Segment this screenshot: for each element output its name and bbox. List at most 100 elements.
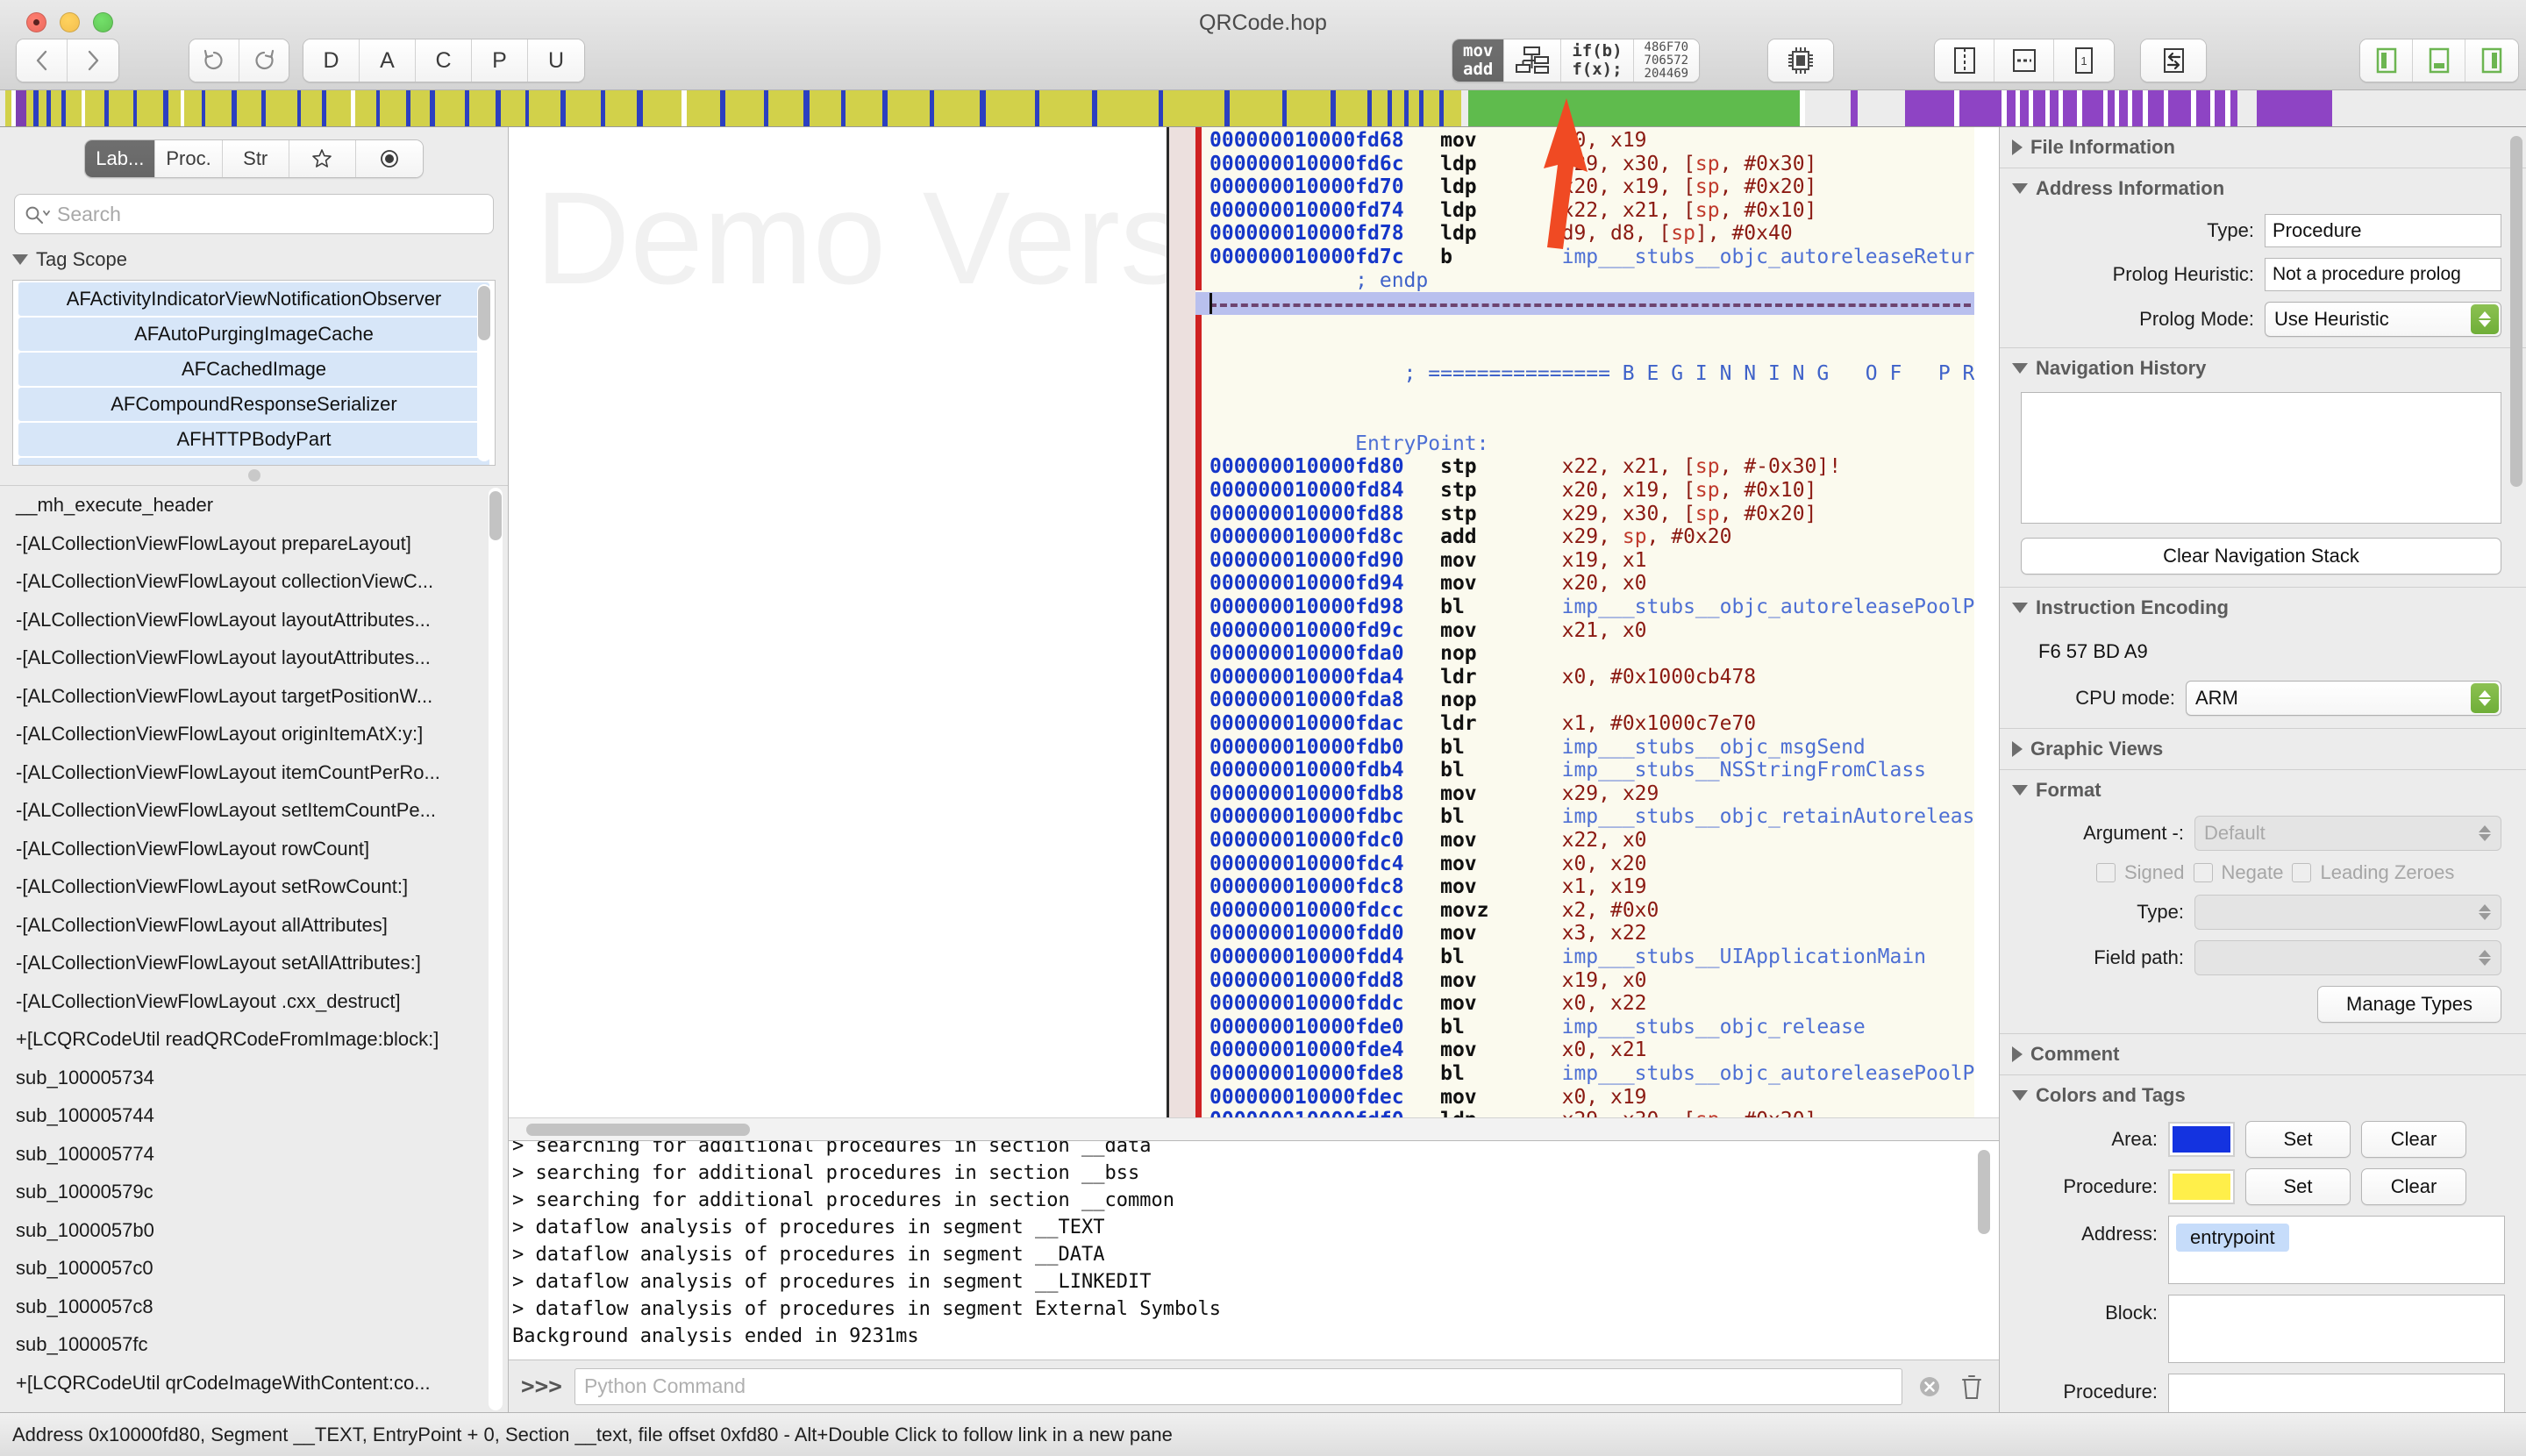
code-line[interactable]: 000000010000fde8 bl imp___stubs__objc_au… xyxy=(1209,1062,1974,1086)
stepper-icon[interactable] xyxy=(2471,683,2499,713)
code-mode-button[interactable]: C xyxy=(416,39,472,82)
code-operand[interactable]: imp___stubs__UIApplicationMain xyxy=(1562,946,1926,968)
list-item[interactable]: -[ALCollectionViewFlowLayout rowCount] xyxy=(0,830,508,868)
list-item[interactable]: -[ALCollectionViewFlowLayout .cxx_destru… xyxy=(0,982,508,1021)
list-item[interactable]: -[ALCollectionViewFlowLayout targetPosit… xyxy=(0,677,508,716)
split-vertical-button[interactable] xyxy=(1935,39,1994,82)
symbol-list-scroll-thumb[interactable] xyxy=(489,491,502,540)
section-comment[interactable]: Comment xyxy=(2000,1034,2526,1075)
code-line[interactable]: 000000010000fd8c add x29, sp, #0x20 xyxy=(1209,525,1731,549)
code-line[interactable]: 000000010000fdcc movz x2, #0x0 xyxy=(1209,899,1659,923)
address-tags-field[interactable]: entrypoint xyxy=(2168,1216,2505,1284)
navigation-history-header[interactable]: Navigation History xyxy=(2000,348,2526,389)
list-item[interactable]: sub_100005734 xyxy=(0,1059,508,1097)
colors-and-tags-header[interactable]: Colors and Tags xyxy=(2000,1075,2526,1116)
undo-button[interactable] xyxy=(189,39,239,82)
code-line[interactable]: EntryPoint: xyxy=(1209,432,1489,456)
list-item[interactable]: -[ALCollectionViewFlowLayout collectionV… xyxy=(0,562,508,601)
status-badge[interactable]: entrypoint xyxy=(2176,1224,2289,1252)
disassembly-horizontal-scrollbar[interactable] xyxy=(509,1117,1999,1140)
xrefs-button[interactable] xyxy=(2141,39,2206,82)
area-color-swatch[interactable] xyxy=(2168,1122,2235,1157)
argument-select[interactable]: Default xyxy=(2194,816,2501,851)
clear-command-button[interactable] xyxy=(1915,1372,1944,1402)
sidebar-item-tags[interactable] xyxy=(356,140,423,177)
toggle-bottom-panel-button[interactable] xyxy=(2413,39,2465,82)
code-line[interactable]: 000000010000fd68 mov x0, x19 xyxy=(1209,129,1647,153)
code-line[interactable]: 000000010000fd88 stp x29, x30, [sp, #0x2… xyxy=(1209,503,1816,526)
sidebar-item-favorites[interactable] xyxy=(289,140,356,177)
code-line[interactable]: 000000010000fd78 ldp d9, d8, [sp], #0x40 xyxy=(1209,222,1793,246)
data-mode-button[interactable]: D xyxy=(303,39,360,82)
single-pane-button[interactable]: 1 xyxy=(2054,39,2114,82)
code-line[interactable]: 000000010000fdbc bl imp___stubs__objc_re… xyxy=(1209,805,1974,829)
disassembly-scroll-thumb[interactable] xyxy=(526,1124,750,1136)
procedure-set-button[interactable]: Set xyxy=(2245,1168,2351,1205)
code-line[interactable]: 000000010000fd6c ldp x29, x30, [sp, #0x3… xyxy=(1209,153,1816,176)
code-line[interactable]: 000000010000fd7c b imp___stubs__objc_aut… xyxy=(1209,246,1974,269)
list-item[interactable]: AFHTTPRequestSerializer xyxy=(18,458,489,466)
code-line[interactable]: 000000010000fdb8 mov x29, x29 xyxy=(1209,782,1659,806)
list-item[interactable]: sub_100005774 xyxy=(0,1135,508,1174)
code-operand[interactable]: imp___stubs__NSStringFromClass xyxy=(1562,759,1926,782)
procedure-color-swatch[interactable] xyxy=(2168,1169,2235,1204)
code-operand[interactable]: imp___stubs__objc_release xyxy=(1562,1016,1866,1038)
prolog-heuristic-value[interactable]: Not a procedure prolog xyxy=(2265,258,2501,291)
area-clear-button[interactable]: Clear xyxy=(2361,1121,2466,1158)
prolog-mode-select[interactable]: Use Heuristic xyxy=(2265,302,2501,337)
code-line[interactable]: 000000010000fdec mov x0, x19 xyxy=(1209,1086,1647,1110)
code-operand[interactable]: imp___stubs__objc_msgSend xyxy=(1562,736,1866,759)
list-item[interactable]: -[ALCollectionViewFlowLayout originItemA… xyxy=(0,715,508,753)
manage-types-button[interactable]: Manage Types xyxy=(2317,986,2501,1023)
list-item[interactable]: -[ALCollectionViewFlowLayout allAttribut… xyxy=(0,906,508,945)
address-information-header[interactable]: Address Information xyxy=(2000,168,2526,209)
symbol-list-scrollbar[interactable] xyxy=(489,488,503,1410)
area-set-button[interactable]: Set xyxy=(2245,1121,2351,1158)
undefined-mode-button[interactable]: U xyxy=(528,39,584,82)
code-line[interactable]: ; =============== B E G I N N I N G O F … xyxy=(1209,362,1974,386)
cpu-chip-button[interactable] xyxy=(1768,39,1833,82)
code-lines-container[interactable]: 000000010000fd68 mov x0, x19000000010000… xyxy=(1195,127,1974,1140)
clear-console-button[interactable] xyxy=(1957,1372,1987,1402)
list-item[interactable]: sub_1000057c0 xyxy=(0,1249,508,1288)
list-item[interactable]: +[LCQRCodeUtil readQRCodeFromImage:block… xyxy=(0,1020,508,1059)
list-item[interactable]: -[ALCollectionViewFlowLayout setAllAttri… xyxy=(0,944,508,982)
code-line[interactable]: 000000010000fda8 nop xyxy=(1209,689,1562,712)
code-line[interactable]: 000000010000fdc8 mov x1, x19 xyxy=(1209,875,1647,899)
tag-scope-scroll-thumb[interactable] xyxy=(478,286,490,340)
disassembly-view[interactable]: Demo Version 000000010000fd68 mov x0, x1… xyxy=(509,127,1999,1140)
code-line[interactable]: 000000010000fdb4 bl imp___stubs__NSStrin… xyxy=(1209,759,1926,782)
code-operand[interactable]: imp___stubs__objc_retainAutoreleasedRetu… xyxy=(1562,805,1974,828)
stepper-icon[interactable] xyxy=(2471,897,2499,927)
signed-checkbox[interactable] xyxy=(2096,863,2116,882)
code-line[interactable]: 000000010000fde0 bl imp___stubs__objc_re… xyxy=(1209,1016,1866,1039)
code-line[interactable]: ; endp xyxy=(1209,269,1428,293)
stepper-icon[interactable] xyxy=(2471,304,2499,334)
back-button[interactable] xyxy=(17,39,68,82)
symbol-list[interactable]: __mh_execute_header -[ALCollectionViewFlo… xyxy=(0,485,508,1412)
list-item[interactable]: -[ALCollectionViewFlowLayout itemCountPe… xyxy=(0,753,508,792)
negate-checkbox[interactable] xyxy=(2194,863,2213,882)
code-line[interactable]: 000000010000fd98 bl imp___stubs__objc_au… xyxy=(1209,596,1974,619)
format-type-select[interactable] xyxy=(2194,895,2501,930)
instruction-encoding-header[interactable]: Instruction Encoding xyxy=(2000,588,2526,628)
list-item[interactable]: +[LCQRCodeUtil qrCodeImageWithContent:co… xyxy=(0,1364,508,1402)
ascii-mode-button[interactable]: A xyxy=(360,39,416,82)
list-item[interactable]: sub_1000057b0 xyxy=(0,1211,508,1250)
list-item[interactable]: -[ALCollectionViewFlowLayout layoutAttri… xyxy=(0,639,508,677)
code-line[interactable]: 000000010000fd84 stp x20, x19, [sp, #0x1… xyxy=(1209,479,1816,503)
list-item[interactable]: __mh_execute_header xyxy=(0,486,508,525)
list-item[interactable]: AFHTTPBodyPart xyxy=(18,423,489,456)
list-item[interactable]: -[ALCollectionViewFlowLayout setRowCount… xyxy=(0,867,508,906)
code-line[interactable]: 000000010000fdd4 bl imp___stubs__UIAppli… xyxy=(1209,946,1926,969)
code-operand[interactable]: imp___stubs__objc_autoreleasePoolPush xyxy=(1562,596,1974,618)
code-line[interactable]: 000000010000fdc4 mov x0, x20 xyxy=(1209,853,1647,876)
cpu-mode-select[interactable]: ARM xyxy=(2186,681,2501,716)
code-operand[interactable]: imp___stubs__objc_autoreleasePoolPop xyxy=(1562,1062,1974,1085)
code-line[interactable]: 000000010000fd9c mov x21, x0 xyxy=(1209,619,1647,643)
binary-overview-map[interactable] xyxy=(0,90,2526,127)
sidebar-item-strings[interactable]: Str xyxy=(223,140,289,177)
list-item[interactable]: sub_1000057fc xyxy=(0,1325,508,1364)
stepper-icon[interactable] xyxy=(2471,818,2499,848)
list-item[interactable]: AFCachedImage xyxy=(18,353,489,386)
